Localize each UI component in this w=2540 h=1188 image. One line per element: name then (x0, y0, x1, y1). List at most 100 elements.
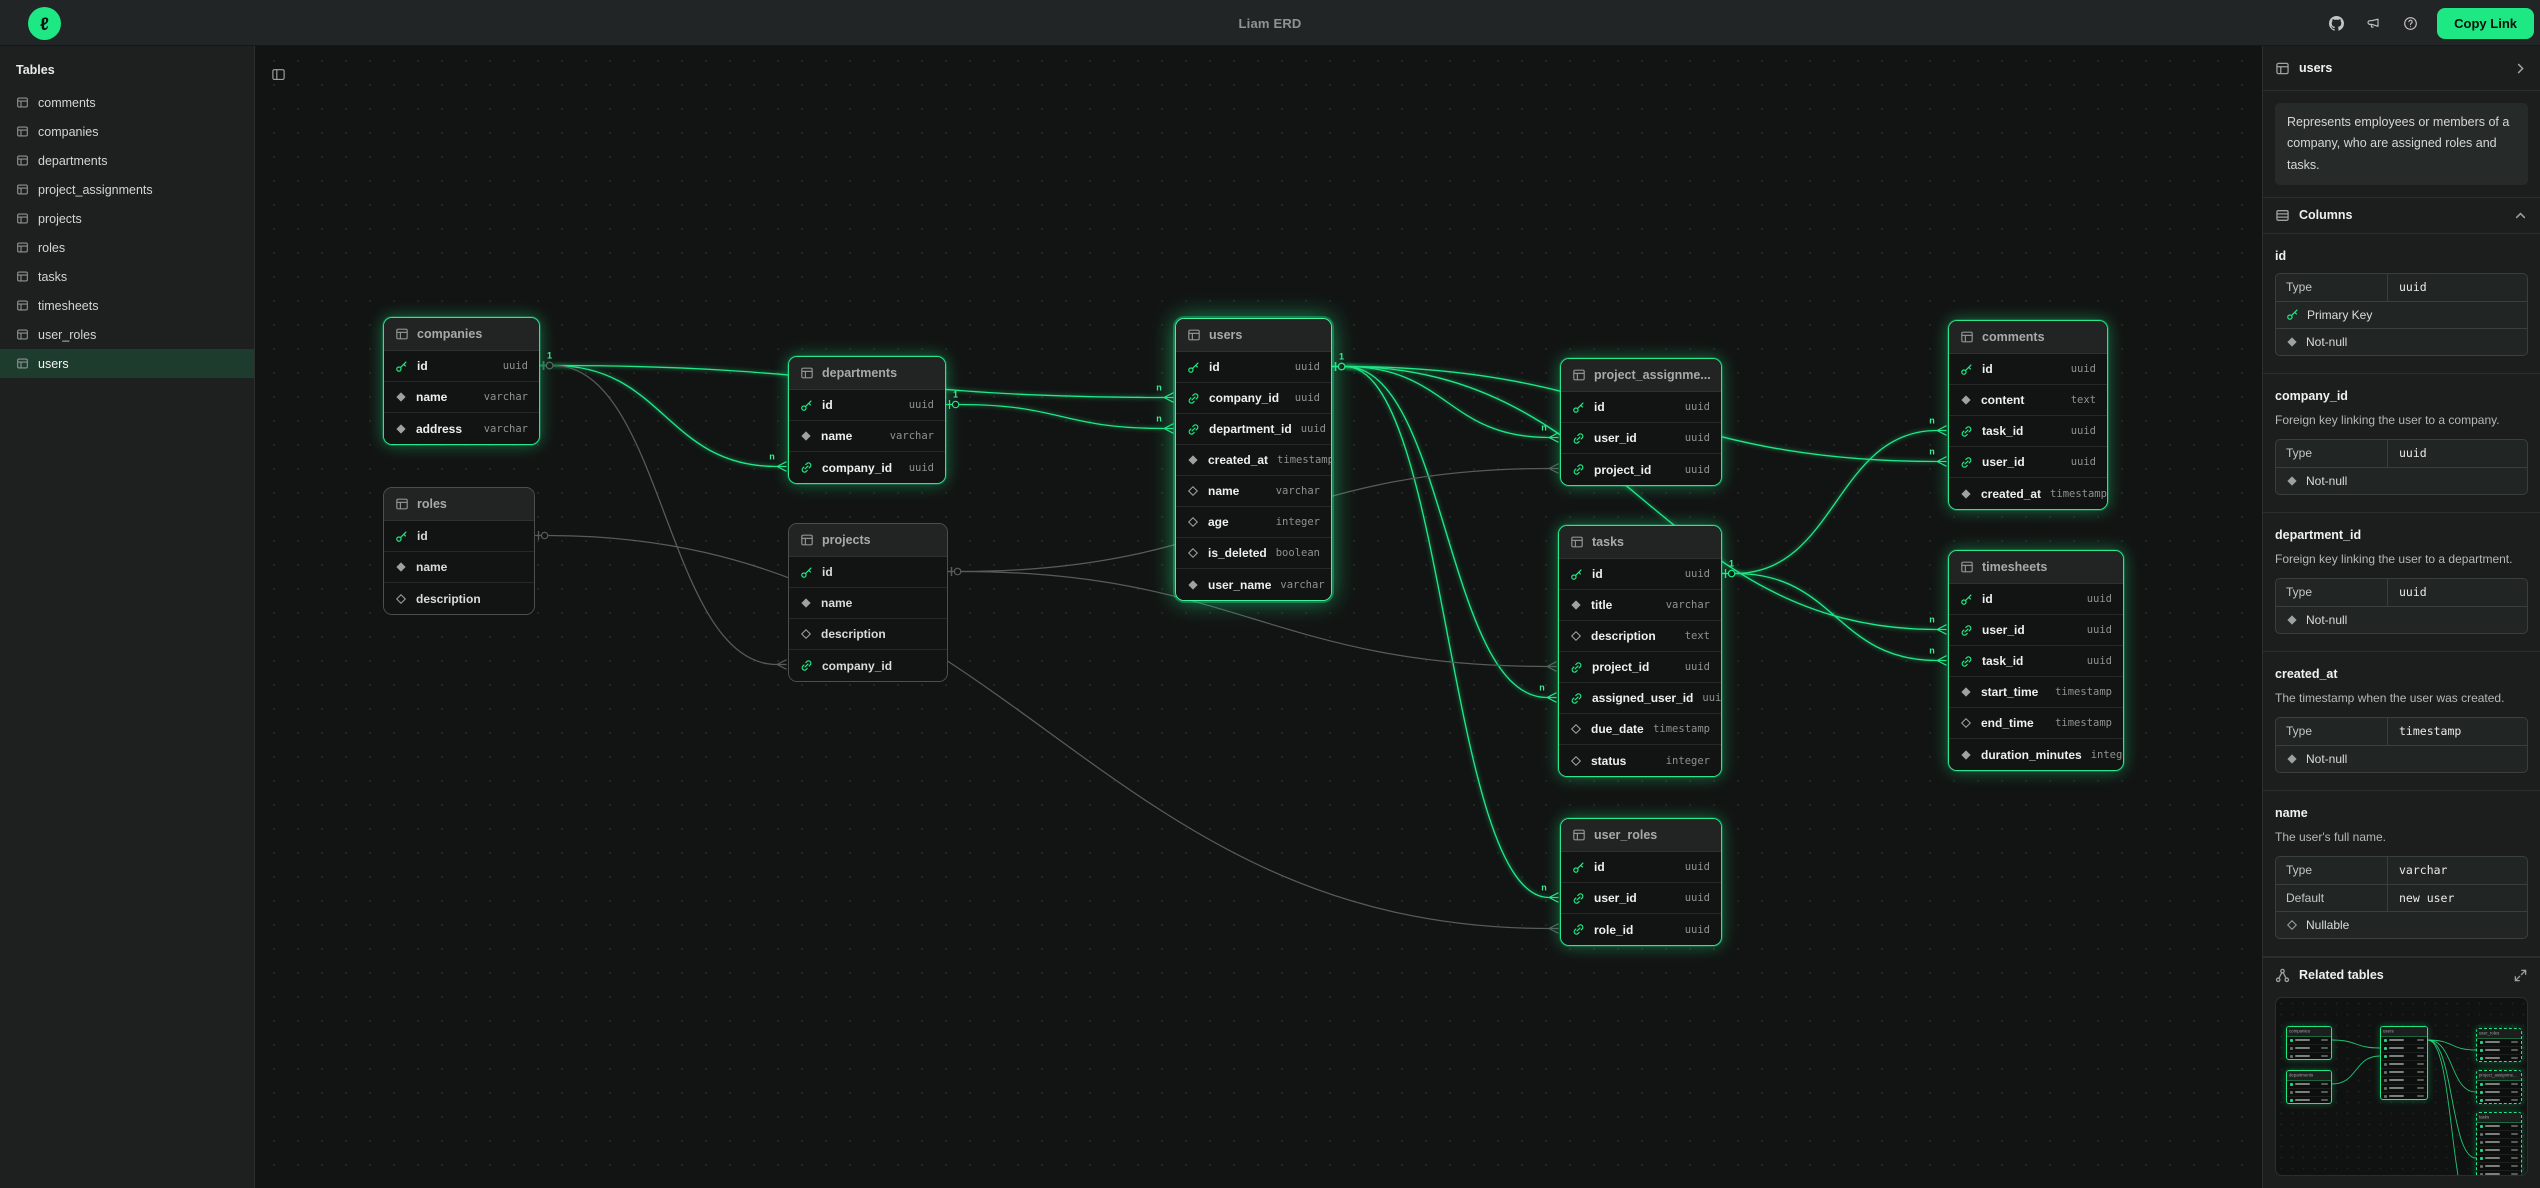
column-row-description[interactable]: descriptiontext (1559, 621, 1721, 652)
sidebar-item-tasks[interactable]: tasks (0, 262, 254, 291)
table-header[interactable]: comments (1949, 321, 2107, 354)
column-row-id[interactable]: iduuid (789, 390, 945, 421)
column-row-status[interactable]: statusinteger (1559, 745, 1721, 776)
column-row-project_id[interactable]: project_iduuid (1559, 652, 1721, 683)
not-null-icon (1570, 599, 1582, 611)
column-row-name[interactable]: namevarchar (384, 382, 539, 413)
table-header[interactable]: departments (789, 357, 945, 390)
sidebar-item-departments[interactable]: departments (0, 146, 254, 175)
column-name: role_id (1594, 923, 1633, 937)
table-header[interactable]: timesheets (1949, 551, 2123, 584)
erd-table-tasks[interactable]: tasksiduuidtitlevarchardescriptiontextpr… (1558, 525, 1722, 777)
column-name: id (1594, 860, 1605, 874)
erd-table-projects[interactable]: projectsidnamedescriptioncompany_id (788, 523, 948, 682)
column-row-company_id[interactable]: company_id (789, 650, 947, 681)
column-name: company_id (1209, 391, 1279, 405)
erd-table-roles[interactable]: rolesidnamedescription (383, 487, 535, 615)
attribute-key: Default (2276, 885, 2388, 911)
minimap-table-tasks: tasks (2476, 1112, 2522, 1176)
column-row-name[interactable]: name (384, 552, 534, 583)
column-row-id[interactable]: id (789, 557, 947, 588)
column-row-department_id[interactable]: department_iduuid (1176, 414, 1331, 445)
copy-link-button[interactable]: Copy Link (2437, 8, 2534, 39)
column-row-task_id[interactable]: task_iduuid (1949, 646, 2123, 677)
table-header[interactable]: project_assignme... (1561, 359, 1721, 392)
erd-table-project_assignments[interactable]: project_assignme...iduuiduser_iduuidproj… (1560, 358, 1722, 486)
erd-table-timesheets[interactable]: timesheetsiduuiduser_iduuidtask_iduuidst… (1948, 550, 2124, 771)
column-row-address[interactable]: addressvarchar (384, 413, 539, 444)
sidebar-item-project_assignments[interactable]: project_assignments (0, 175, 254, 204)
table-header[interactable]: user_roles (1561, 819, 1721, 852)
columns-section-header[interactable]: Columns (2263, 197, 2540, 234)
panel-collapse-icon[interactable] (2513, 61, 2528, 76)
megaphone-icon[interactable] (2363, 13, 2383, 33)
sidebar-item-companies[interactable]: companies (0, 117, 254, 146)
sidebar-item-roles[interactable]: roles (0, 233, 254, 262)
open-related-erd-icon[interactable] (2513, 968, 2528, 983)
table-header[interactable]: roles (384, 488, 534, 521)
column-row-title[interactable]: titlevarchar (1559, 590, 1721, 621)
erd-canvas[interactable]: 1nn1n1nnnnn1nncompaniesiduuidnamevarchar… (255, 46, 2262, 1188)
table-header[interactable]: projects (789, 524, 947, 557)
column-row-is_deleted[interactable]: is_deletedboolean (1176, 538, 1331, 569)
column-row-company_id[interactable]: company_iduuid (1176, 383, 1331, 414)
column-row-id[interactable]: id (384, 521, 534, 552)
column-row-age[interactable]: ageinteger (1176, 507, 1331, 538)
table-header[interactable]: companies (384, 318, 539, 351)
column-row-id[interactable]: iduuid (1559, 559, 1721, 590)
table-icon (16, 154, 29, 167)
column-row-id[interactable]: iduuid (384, 351, 539, 382)
column-row-start_time[interactable]: start_timetimestamp (1949, 677, 2123, 708)
table-header[interactable]: users (1176, 319, 1331, 352)
column-row-user_id[interactable]: user_iduuid (1561, 883, 1721, 914)
column-row-created_at[interactable]: created_attimestamp (1949, 478, 2107, 509)
column-row-task_id[interactable]: task_iduuid (1949, 416, 2107, 447)
github-icon[interactable] (2326, 13, 2346, 33)
column-row-user_id[interactable]: user_iduuid (1949, 615, 2123, 646)
help-icon[interactable] (2400, 13, 2420, 33)
column-row-id[interactable]: iduuid (1561, 392, 1721, 423)
minimap-table-departments: departments (2286, 1070, 2332, 1104)
erd-table-users[interactable]: usersiduuidcompany_iduuiddepartment_iduu… (1175, 318, 1332, 601)
minimap-table-name: departments (2289, 1073, 2313, 1077)
sidebar-item-comments[interactable]: comments (0, 88, 254, 117)
column-row-end_time[interactable]: end_timetimestamp (1949, 708, 2123, 739)
column-row-description[interactable]: description (384, 583, 534, 614)
column-row-description[interactable]: description (789, 619, 947, 650)
columns-collapse-icon[interactable] (2513, 208, 2528, 223)
column-row-user_id[interactable]: user_iduuid (1561, 423, 1721, 454)
sidebar-item-timesheets[interactable]: timesheets (0, 291, 254, 320)
column-row-id[interactable]: iduuid (1176, 352, 1331, 383)
liam-logo[interactable]: ℓ (28, 7, 61, 40)
column-row-id[interactable]: iduuid (1949, 354, 2107, 385)
table-header[interactable]: tasks (1559, 526, 1721, 559)
column-row-name[interactable]: name (789, 588, 947, 619)
column-row-id[interactable]: iduuid (1561, 852, 1721, 883)
sidebar-toggle-icon[interactable] (267, 63, 289, 85)
column-row-created_at[interactable]: created_attimestamp (1176, 445, 1331, 476)
sidebar-item-user_roles[interactable]: user_roles (0, 320, 254, 349)
sidebar-item-projects[interactable]: projects (0, 204, 254, 233)
column-row-assigned_user_id[interactable]: assigned_user_iduuid (1559, 683, 1721, 714)
column-row-due_date[interactable]: due_datetimestamp (1559, 714, 1721, 745)
column-row-content[interactable]: contenttext (1949, 385, 2107, 416)
erd-table-comments[interactable]: commentsiduuidcontenttexttask_iduuiduser… (1948, 320, 2108, 510)
column-row-user_name[interactable]: user_namevarchar (1176, 569, 1331, 600)
column-type: uuid (1685, 464, 1710, 476)
erd-table-companies[interactable]: companiesiduuidnamevarcharaddressvarchar (383, 317, 540, 445)
column-row-project_id[interactable]: project_iduuid (1561, 454, 1721, 485)
column-row-name[interactable]: namevarchar (1176, 476, 1331, 507)
column-row-role_id[interactable]: role_iduuid (1561, 914, 1721, 945)
column-row-name[interactable]: namevarchar (789, 421, 945, 452)
column-name: status (1591, 754, 1626, 768)
erd-table-departments[interactable]: departmentsiduuidnamevarcharcompany_iduu… (788, 356, 946, 484)
column-row-company_id[interactable]: company_iduuid (789, 452, 945, 483)
not-null-icon (1960, 394, 1972, 406)
column-row-id[interactable]: iduuid (1949, 584, 2123, 615)
erd-table-user_roles[interactable]: user_rolesiduuiduser_iduuidrole_iduuid (1560, 818, 1722, 946)
related-tables-minimap[interactable]: companiesdepartmentsusersuser_rolesproje… (2275, 997, 2528, 1176)
column-row-duration_minutes[interactable]: duration_minutesinteger (1949, 739, 2123, 770)
primary-key-icon (2286, 308, 2299, 321)
sidebar-item-users[interactable]: users (0, 349, 254, 378)
column-row-user_id[interactable]: user_iduuid (1949, 447, 2107, 478)
